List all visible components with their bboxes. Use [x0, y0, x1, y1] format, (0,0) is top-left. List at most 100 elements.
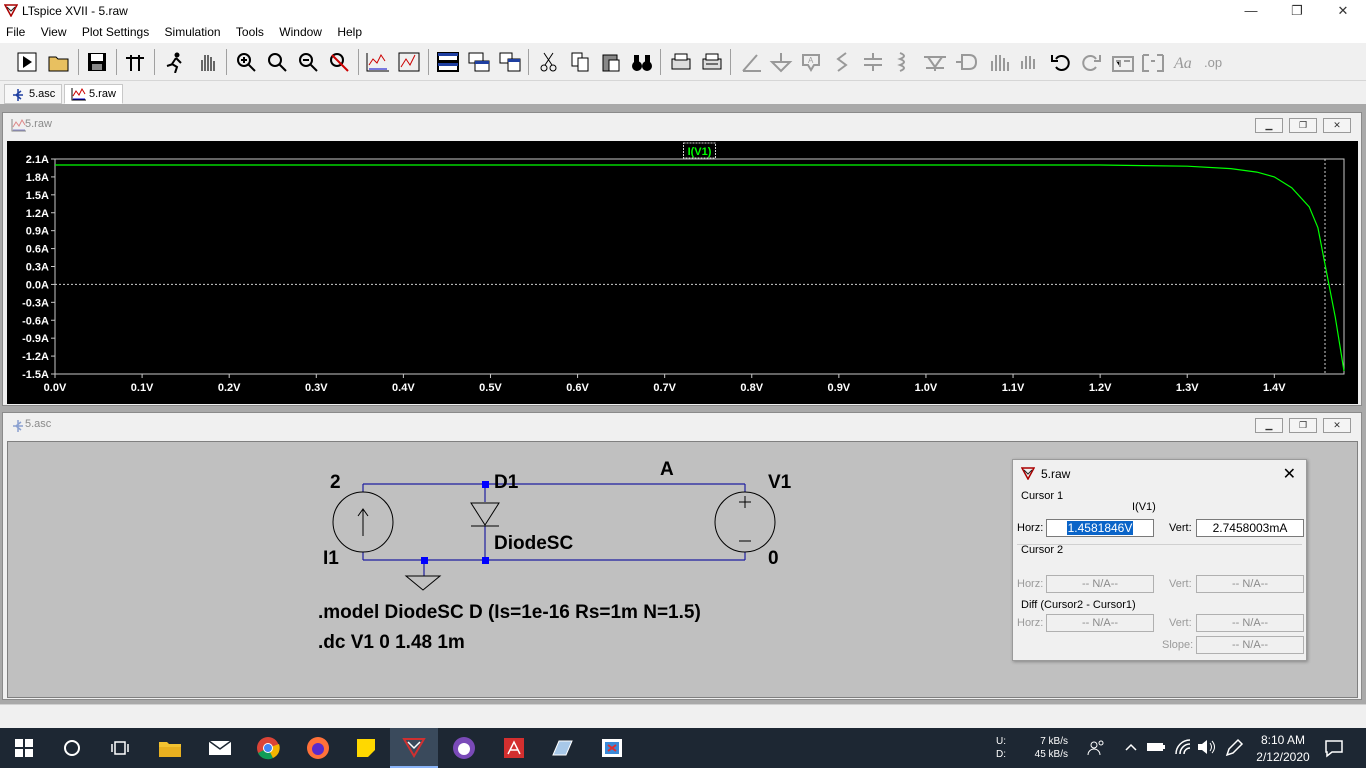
- menu-plot-settings[interactable]: Plot Settings: [76, 22, 155, 39]
- menu-view[interactable]: View: [35, 22, 73, 39]
- task-view-icon[interactable]: [96, 728, 144, 768]
- zoom-fit-icon[interactable]: [265, 49, 291, 75]
- zoom-in-icon[interactable]: [234, 49, 260, 75]
- manual-limits-icon[interactable]: [396, 49, 422, 75]
- print-icon[interactable]: [668, 49, 694, 75]
- chrome-icon[interactable]: [244, 728, 292, 768]
- v1-value-label[interactable]: 0: [768, 548, 779, 570]
- close-button[interactable]: ✕: [1320, 0, 1366, 22]
- mirror-icon[interactable]: [1140, 49, 1166, 75]
- component-label-d1[interactable]: D1: [494, 472, 518, 494]
- notifications-icon[interactable]: [1324, 738, 1344, 761]
- open-folder-icon[interactable]: [46, 49, 72, 75]
- schematic-window-header[interactable]: 5.asc ▁ ❐ ✕: [3, 413, 1361, 437]
- diff-horz-field[interactable]: -- N/A--: [1046, 614, 1154, 632]
- clock-date[interactable]: 2/12/2020: [1250, 750, 1316, 764]
- acrobat-icon[interactable]: [490, 728, 538, 768]
- component-label-i1[interactable]: I1: [323, 548, 339, 570]
- ground-symbol[interactable]: [404, 575, 442, 591]
- schematic-restore-button[interactable]: ❐: [1289, 418, 1317, 433]
- cursor2-horz-field[interactable]: -- N/A--: [1046, 575, 1154, 593]
- diff-vert-field[interactable]: -- N/A--: [1196, 614, 1304, 632]
- slope-field[interactable]: -- N/A--: [1196, 636, 1304, 654]
- people-icon[interactable]: [1086, 738, 1106, 761]
- zoom-cancel-icon[interactable]: [327, 49, 353, 75]
- schematic-minimize-button[interactable]: ▁: [1255, 418, 1283, 433]
- wifi-icon[interactable]: [1174, 738, 1194, 759]
- tray-chevron-icon[interactable]: [1124, 740, 1138, 757]
- copy-icon[interactable]: [567, 49, 593, 75]
- sticky-notes-icon[interactable]: [342, 728, 390, 768]
- save-icon[interactable]: [84, 49, 110, 75]
- component-label-v1[interactable]: V1: [768, 472, 791, 494]
- plot-restore-button[interactable]: ❐: [1289, 118, 1317, 133]
- windows-start-icon[interactable]: [0, 728, 48, 768]
- diode-icon[interactable]: [922, 49, 948, 75]
- print-setup-icon[interactable]: [699, 49, 725, 75]
- text-icon[interactable]: Aa: [1172, 49, 1198, 75]
- menu-simulation[interactable]: Simulation: [159, 22, 227, 39]
- menu-file[interactable]: File: [0, 22, 31, 39]
- menu-tools[interactable]: Tools: [230, 22, 270, 39]
- cursor2-vert-field[interactable]: -- N/A--: [1196, 575, 1304, 593]
- search-icon[interactable]: [48, 728, 96, 768]
- tab-5-raw[interactable]: 5.raw: [64, 84, 123, 104]
- menu-window[interactable]: Window: [273, 22, 328, 39]
- trace-label-i-v1[interactable]: I(V1): [688, 146, 712, 158]
- ltspice-taskbar-icon[interactable]: [390, 728, 438, 768]
- resistor-icon[interactable]: [830, 49, 856, 75]
- find-binoculars-icon[interactable]: [629, 49, 655, 75]
- model-directive[interactable]: .model DiodeSC D (Is=1e-16 Rs=1m N=1.5): [318, 602, 701, 624]
- waveform-plot[interactable]: 2.1A 1.8A 1.5A 1.2A 0.9A 0.6A 0.3A 0.0A -0.3A -0.…: [7, 141, 1358, 404]
- plot-close-button[interactable]: ✕: [1323, 118, 1351, 133]
- draw-wire-icon[interactable]: [738, 49, 764, 75]
- mail-icon[interactable]: [196, 728, 244, 768]
- halt-icon[interactable]: [162, 49, 188, 75]
- app-purple-icon[interactable]: [440, 728, 488, 768]
- clock-time[interactable]: 8:10 AM: [1254, 733, 1312, 747]
- tile-vertical-icon[interactable]: [497, 49, 523, 75]
- cut-icon[interactable]: [536, 49, 562, 75]
- app-snip-icon[interactable]: [588, 728, 636, 768]
- cursor1-horz-field[interactable]: 1.4581846V: [1046, 519, 1154, 537]
- component-icon[interactable]: [954, 49, 980, 75]
- schematic-close-button[interactable]: ✕: [1323, 418, 1351, 433]
- battery-icon[interactable]: [1146, 740, 1166, 757]
- pan-hand-icon[interactable]: [194, 49, 220, 75]
- net-label-2[interactable]: 2: [330, 472, 341, 494]
- cursor1-vert-field[interactable]: 2.7458003mA: [1196, 519, 1304, 537]
- plot-window-header[interactable]: 5.raw ▁ ❐ ✕: [3, 113, 1361, 137]
- rotate-icon[interactable]: [1110, 49, 1136, 75]
- cascade-icon[interactable]: [466, 49, 492, 75]
- control-panel-icon[interactable]: [122, 49, 148, 75]
- app-pad-icon[interactable]: [538, 728, 586, 768]
- menu-help[interactable]: Help: [331, 22, 368, 39]
- volume-icon[interactable]: [1196, 738, 1216, 759]
- inductor-icon[interactable]: [890, 49, 916, 75]
- file-explorer-icon[interactable]: [146, 728, 194, 768]
- tile-horizontal-icon[interactable]: [435, 49, 461, 75]
- minimize-button[interactable]: —: [1228, 0, 1274, 22]
- redo-icon[interactable]: [1078, 49, 1104, 75]
- autorange-icon[interactable]: [365, 49, 391, 75]
- run-icon[interactable]: [14, 49, 40, 75]
- net-label-a[interactable]: A: [660, 459, 674, 481]
- paste-icon[interactable]: [598, 49, 624, 75]
- move-hand-icon[interactable]: [986, 49, 1012, 75]
- spice-directive-icon[interactable]: .op: [1202, 49, 1228, 75]
- zoom-out-icon[interactable]: [296, 49, 322, 75]
- tab-5-asc[interactable]: 5.asc: [4, 84, 63, 104]
- drag-hand-icon[interactable]: [1016, 49, 1042, 75]
- diode-model-label[interactable]: DiodeSC: [494, 533, 573, 555]
- undo-icon[interactable]: [1048, 49, 1074, 75]
- cursor-dialog-close-button[interactable]: ✕: [1283, 464, 1296, 484]
- firefox-icon[interactable]: [294, 728, 342, 768]
- pen-icon[interactable]: [1224, 738, 1244, 761]
- ground-icon[interactable]: [768, 49, 794, 75]
- plot-minimize-button[interactable]: ▁: [1255, 118, 1283, 133]
- waveform-chart[interactable]: 2.1A 1.8A 1.5A 1.2A 0.9A 0.6A 0.3A 0.0A -0.3A -0.…: [7, 141, 1358, 404]
- restore-button[interactable]: ❐: [1274, 0, 1320, 22]
- label-net-icon[interactable]: A: [798, 49, 824, 75]
- dc-directive[interactable]: .dc V1 0 1.48 1m: [318, 632, 465, 654]
- capacitor-icon[interactable]: [860, 49, 886, 75]
